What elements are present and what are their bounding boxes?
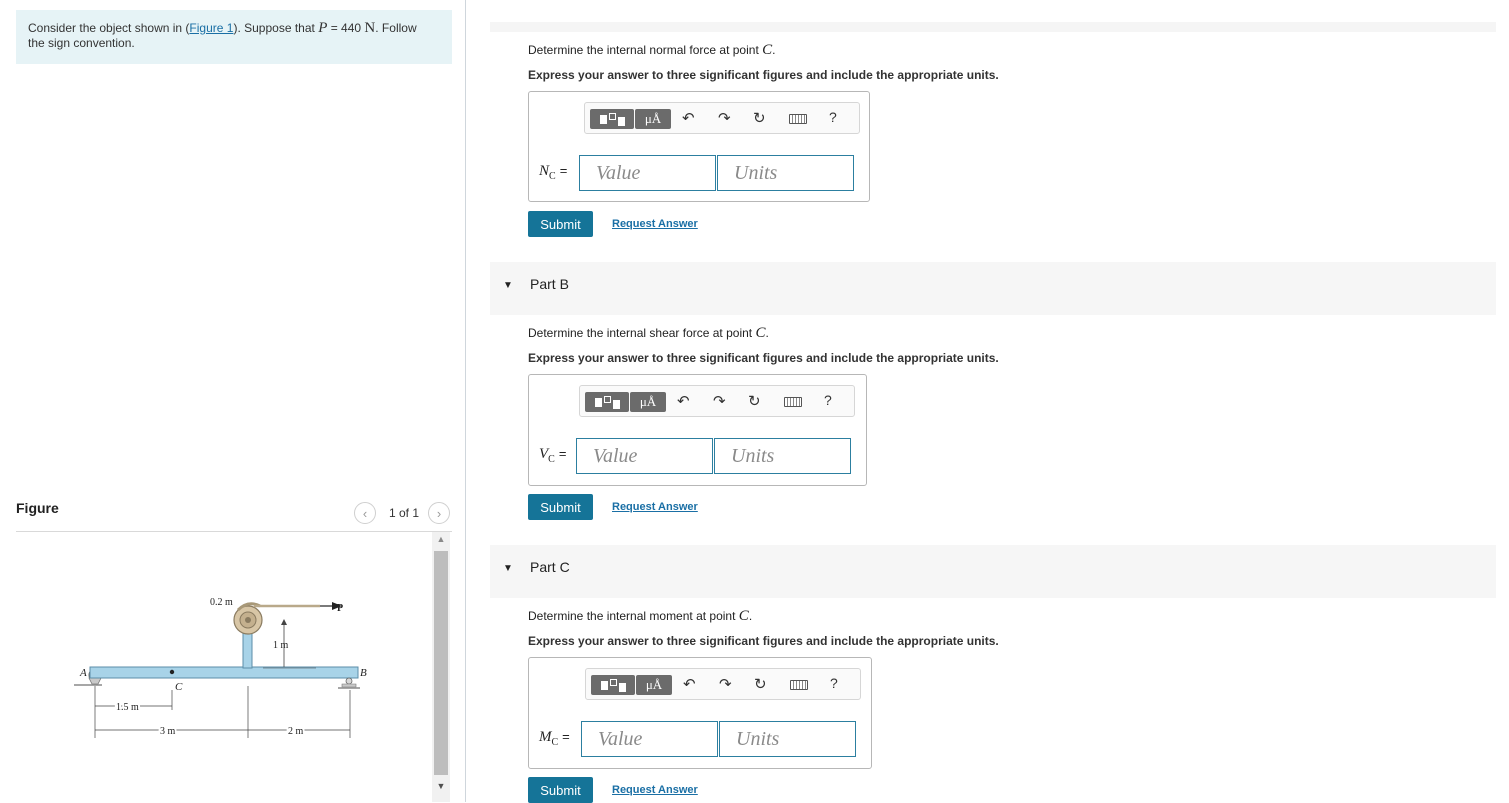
math-toolbar: μÅ ↶ ↷ ↻ ? (579, 385, 855, 417)
problem-text: ). Suppose that (233, 21, 315, 35)
submit-button[interactable]: Submit (528, 777, 593, 803)
units-button[interactable]: μÅ (635, 109, 671, 129)
help-button[interactable]: ? (830, 675, 838, 691)
request-answer-link[interactable]: Request Answer (612, 784, 698, 796)
label-b: B (360, 667, 367, 679)
label-0-2m: 0.2 m (210, 597, 233, 608)
value-input[interactable]: Value (581, 721, 718, 757)
label-1m: 1 m (273, 640, 289, 651)
request-answer-link[interactable]: Request Answer (612, 501, 698, 513)
question-text: Determine the internal moment at point (528, 609, 736, 623)
redo-icon[interactable]: ↷ (718, 110, 731, 128)
label-c: C (175, 681, 183, 693)
keyboard-icon[interactable] (789, 114, 807, 124)
panel-divider (465, 0, 466, 802)
value-input[interactable]: Value (576, 438, 713, 474)
problem-text: . Follow (375, 21, 417, 35)
help-button[interactable]: ? (824, 392, 832, 408)
part-a-header-strip (490, 22, 1496, 32)
problem-value: = 440 (330, 21, 362, 35)
label-2m: 2 m (288, 726, 304, 737)
part-a-instruction: Express your answer to three significant… (528, 68, 999, 82)
keyboard-icon[interactable] (790, 680, 808, 690)
problem-text: the sign convention. (28, 36, 135, 50)
label-p: P (337, 603, 343, 614)
question-point: C (755, 325, 766, 341)
part-a-answer-box: μÅ ↶ ↷ ↻ ? NC = Value Units (528, 91, 870, 202)
units-button[interactable]: μÅ (630, 392, 666, 412)
left-panel: Consider the object shown in (Figure 1).… (0, 0, 466, 802)
submit-button[interactable]: Submit (528, 494, 593, 520)
part-c-answer-box: μÅ ↶ ↷ ↻ ? MC = Value Units (528, 657, 872, 769)
question-text: Determine the internal shear force at po… (528, 326, 753, 340)
templates-icon[interactable] (585, 392, 629, 412)
divider (16, 531, 452, 532)
label-a: A (79, 667, 87, 679)
part-b-instruction: Express your answer to three significant… (528, 351, 999, 365)
part-c-question: Determine the internal moment at point C… (528, 608, 753, 624)
scroll-thumb[interactable] (434, 551, 448, 775)
redo-icon[interactable]: ↷ (719, 676, 732, 694)
part-c-header[interactable]: ▼ Part C (490, 545, 1496, 598)
units-input[interactable]: Units (717, 155, 854, 191)
caret-down-icon[interactable]: ▼ (503, 563, 513, 574)
math-toolbar: μÅ ↶ ↷ ↻ ? (585, 668, 861, 700)
part-b-header[interactable]: ▼ Part B (490, 262, 1496, 315)
problem-statement: Consider the object shown in (Figure 1).… (16, 10, 452, 64)
keyboard-icon[interactable] (784, 397, 802, 407)
part-c-instruction: Express your answer to three significant… (528, 634, 999, 648)
figure-counter: 1 of 1 (389, 506, 420, 520)
templates-icon[interactable] (590, 109, 634, 129)
value-input[interactable]: Value (579, 155, 716, 191)
request-answer-link[interactable]: Request Answer (612, 218, 698, 230)
problem-text: Consider the object shown in ( (28, 21, 190, 35)
point-c (169, 669, 175, 675)
caret-down-icon[interactable]: ▼ (503, 280, 513, 291)
lhs-label: MC = (539, 729, 570, 748)
scroll-up-icon[interactable]: ▲ (432, 534, 450, 548)
figure-link[interactable]: Figure 1 (189, 21, 233, 35)
undo-icon[interactable]: ↶ (683, 676, 696, 694)
help-button[interactable]: ? (829, 109, 837, 125)
units-input[interactable]: Units (719, 721, 856, 757)
math-toolbar: μÅ ↶ ↷ ↻ ? (584, 102, 860, 134)
undo-icon[interactable]: ↶ (682, 110, 695, 128)
part-label: Part B (530, 276, 569, 292)
var-p: P (318, 20, 328, 36)
redo-icon[interactable]: ↷ (713, 393, 726, 411)
support-b (338, 677, 360, 689)
part-b-answer-box: μÅ ↶ ↷ ↻ ? VC = Value Units (528, 374, 867, 486)
figure-scrollbar[interactable]: ▲ ▼ (432, 532, 450, 802)
reset-icon[interactable]: ↻ (753, 110, 766, 128)
part-b-question: Determine the internal shear force at po… (528, 325, 769, 341)
part-a-question: Determine the internal normal force at p… (528, 42, 776, 58)
unit-n: N (364, 20, 376, 36)
label-3m: 3 m (160, 726, 176, 737)
lhs-label: VC = (539, 446, 567, 465)
units-button[interactable]: μÅ (636, 675, 672, 695)
lhs-label: NC = (539, 163, 568, 182)
part-label: Part C (530, 559, 570, 575)
label-1-5m: 1.5 m (116, 702, 139, 713)
question-text: Determine the internal normal force at p… (528, 43, 759, 57)
beam (89, 666, 359, 679)
templates-icon[interactable] (591, 675, 635, 695)
submit-button[interactable]: Submit (528, 211, 593, 237)
undo-icon[interactable]: ↶ (677, 393, 690, 411)
chevron-left-icon[interactable]: ‹ (354, 502, 376, 524)
question-point: C (762, 42, 773, 58)
figure-title: Figure (16, 500, 59, 516)
reset-icon[interactable]: ↻ (748, 393, 761, 411)
scroll-down-icon[interactable]: ▼ (432, 781, 450, 795)
chevron-right-icon[interactable]: › (428, 502, 450, 524)
units-input[interactable]: Units (714, 438, 851, 474)
pulley (233, 602, 263, 635)
beam-figure: P 0.2 m 1 m C A B 1.5 m 3 m 2 m (74, 597, 367, 739)
reset-icon[interactable]: ↻ (754, 676, 767, 694)
question-point: C (738, 608, 749, 624)
